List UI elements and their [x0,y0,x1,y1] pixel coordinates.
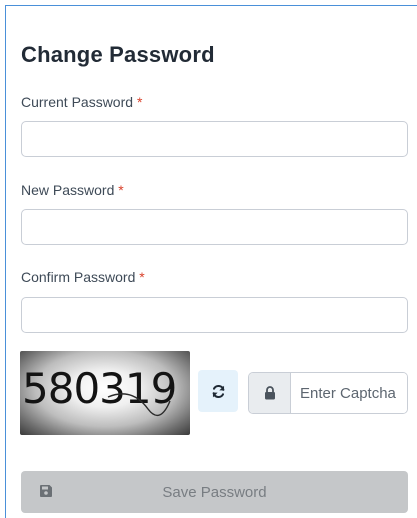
new-password-field[interactable] [21,209,408,245]
confirm-password-field[interactable] [21,297,408,333]
required-marker: * [118,182,124,198]
current-password-field[interactable] [21,121,408,157]
lock-addon [249,373,291,413]
captcha-input[interactable] [291,373,407,413]
save-icon [40,485,52,497]
current-password-label-text: Current Password [21,94,134,110]
confirm-password-label-text: Confirm Password [21,269,136,285]
current-password-label: Current Password * [21,94,142,110]
required-marker: * [139,269,145,285]
captcha-input-group [248,372,408,414]
save-password-button[interactable]: Save Password [21,471,408,513]
new-password-label: New Password * [21,182,124,198]
change-password-panel: Change Password Current Password * New P… [5,5,417,518]
new-password-label-text: New Password [21,182,115,198]
captcha-noise-line [107,393,171,417]
save-password-label: Save Password [162,483,267,501]
refresh-icon [212,384,224,398]
page-title: Change Password [21,42,215,67]
required-marker: * [136,94,143,110]
captcha-image: 580319 [20,351,190,435]
confirm-password-label: Confirm Password * [21,269,145,285]
lock-icon [264,386,275,400]
refresh-captcha-button[interactable] [198,370,238,412]
